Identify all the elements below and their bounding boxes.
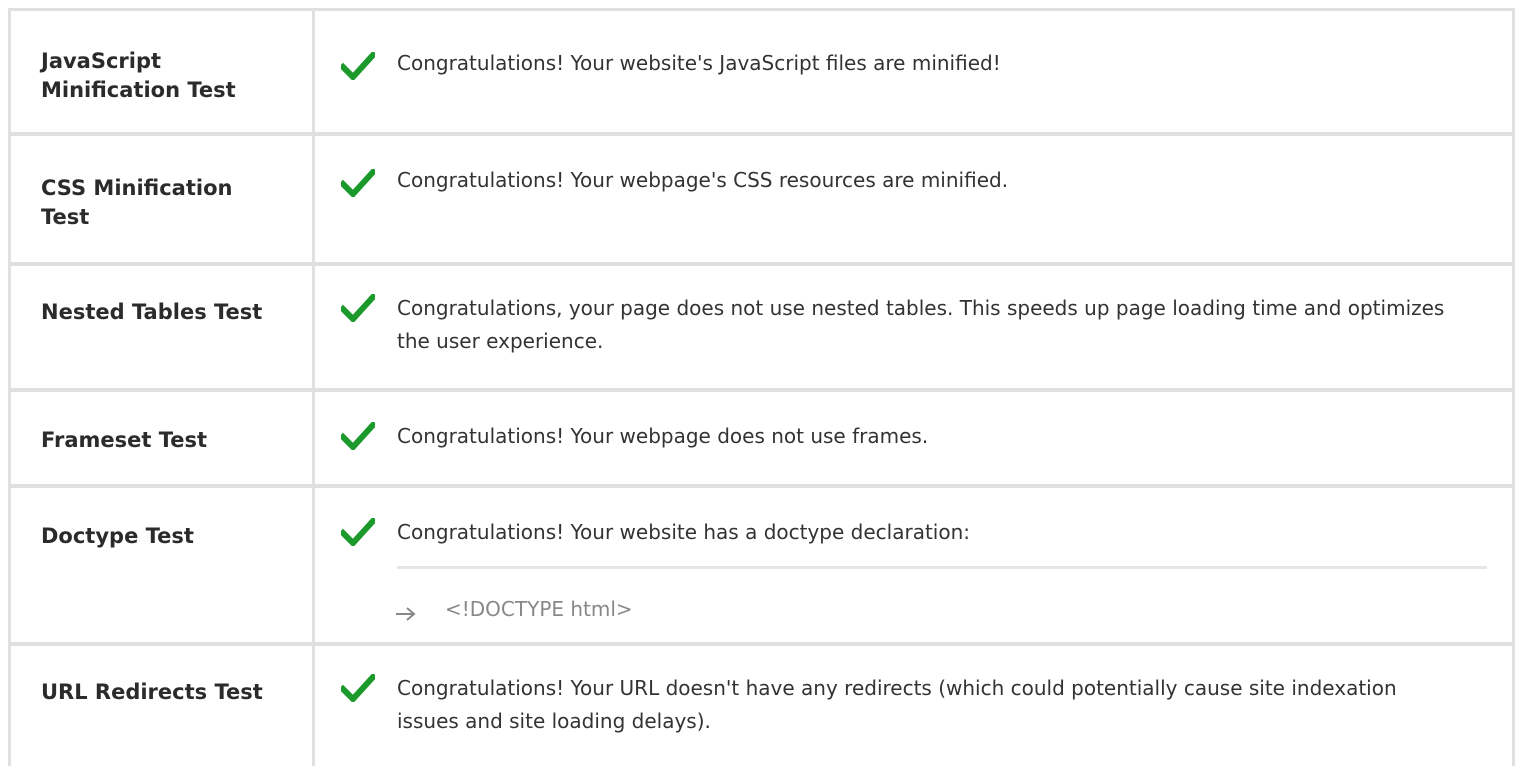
test-label-url-redirects: URL Redirects Test <box>41 680 263 704</box>
check-icon <box>338 292 378 324</box>
test-label-frameset: Frameset Test <box>41 428 208 452</box>
doctype-value: <!DOCTYPE html> <box>445 597 633 621</box>
test-message-doctype: Congratulations! Your website has a doct… <box>397 520 970 544</box>
test-label-doctype: Doctype Test <box>41 524 194 548</box>
row-separator <box>11 262 1512 266</box>
row-separator <box>11 388 1512 392</box>
test-message-javascript-minification: Congratulations! Your website's JavaScri… <box>397 51 1001 75</box>
seo-results-table: JavaScript Minification Test Congratulat… <box>8 8 1515 766</box>
row-separator <box>11 484 1512 488</box>
test-label-nested-tables: Nested Tables Test <box>41 300 263 324</box>
doctype-detail: <!DOCTYPE html> <box>395 595 633 623</box>
check-icon <box>338 167 378 199</box>
arrow-right-icon <box>395 601 417 621</box>
row-separator <box>11 132 1512 136</box>
test-message-css-minification: Congratulations! Your webpage's CSS reso… <box>397 168 1009 192</box>
test-label-javascript-minification: JavaScript Minification Test <box>41 49 236 102</box>
check-icon <box>338 420 378 452</box>
check-icon <box>338 50 378 82</box>
test-message-url-redirects: Congratulations! Your URL doesn't have a… <box>397 676 1397 733</box>
test-message-nested-tables: Congratulations, your page does not use … <box>397 296 1445 353</box>
check-icon <box>338 672 378 704</box>
test-label-css-minification: CSS Minification Test <box>41 176 233 229</box>
check-icon <box>338 516 378 548</box>
detail-separator <box>397 566 1487 569</box>
test-message-frameset: Congratulations! Your webpage does not u… <box>397 424 929 448</box>
row-separator <box>11 642 1512 646</box>
